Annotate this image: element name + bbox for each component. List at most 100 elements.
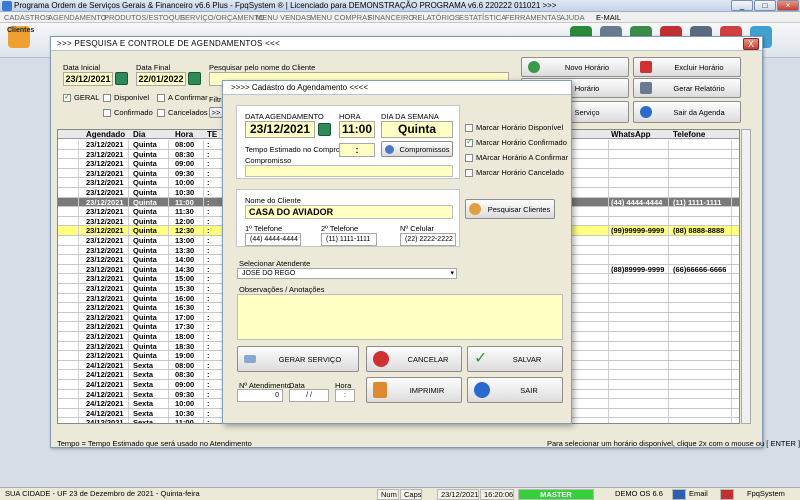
disponivel-checkbox[interactable] bbox=[103, 94, 111, 102]
col-dia[interactable]: Dia bbox=[133, 130, 145, 139]
menu-agendamento[interactable]: AGENDAMENTO bbox=[48, 13, 107, 22]
novo-horario-button[interactable]: Novo Horário bbox=[521, 57, 629, 77]
grid-scrollbar[interactable] bbox=[741, 129, 751, 424]
grid-line bbox=[78, 188, 79, 197]
filtrar-button[interactable]: >> bbox=[209, 107, 223, 118]
geral-checkbox[interactable] bbox=[63, 92, 71, 102]
menu-compras[interactable]: MENU COMPRAS bbox=[310, 13, 372, 22]
confirmado-checkbox[interactable] bbox=[103, 109, 111, 117]
printer-icon bbox=[373, 382, 387, 398]
status-email[interactable]: Email bbox=[686, 489, 712, 500]
cell-dia: Quinta bbox=[133, 303, 157, 313]
grid-line bbox=[608, 168, 609, 178]
grid-line bbox=[128, 360, 129, 370]
hora-input[interactable]: 11:00 bbox=[339, 121, 375, 138]
cell-d: 23/12/2021 bbox=[86, 351, 124, 361]
grid-line bbox=[608, 370, 609, 379]
menu-estatistica[interactable]: ESTATÍSTICA bbox=[459, 13, 506, 22]
grid-line bbox=[168, 197, 169, 207]
menu-relatorios[interactable]: RELATÓRIOS bbox=[412, 13, 460, 22]
grid-line bbox=[668, 188, 669, 197]
menu-email[interactable]: E-MAIL bbox=[596, 13, 621, 22]
natendimento-input[interactable]: 0 bbox=[237, 389, 283, 402]
tempo-input[interactable]: : bbox=[339, 143, 375, 157]
grid-line bbox=[668, 351, 669, 360]
grid-line bbox=[128, 293, 129, 303]
aconfirmar-checkbox[interactable] bbox=[157, 94, 165, 102]
menu-cadastros[interactable]: CADASTROS bbox=[4, 13, 51, 22]
grid-line bbox=[168, 399, 169, 408]
grid-line bbox=[203, 418, 204, 423]
col-agendado[interactable]: Agendado bbox=[86, 130, 125, 139]
grid-line bbox=[128, 255, 129, 264]
cell-te: : bbox=[207, 226, 210, 236]
minimize-button[interactable]: _ bbox=[731, 0, 753, 11]
cancelado-checkbox[interactable] bbox=[465, 169, 473, 177]
nome-cliente-input[interactable]: CASA DO AVIADOR bbox=[245, 205, 453, 219]
grid-line bbox=[203, 274, 204, 283]
aconfirmar-checkbox[interactable] bbox=[465, 154, 473, 162]
cell-dia: Quinta bbox=[133, 159, 157, 169]
grid-line bbox=[78, 149, 79, 159]
col-te[interactable]: TE bbox=[207, 130, 217, 139]
cell-te: : bbox=[207, 216, 210, 226]
atendente-select[interactable]: JOSÉ DO REGO ▾ bbox=[237, 268, 457, 279]
cell-h: 14:00 bbox=[175, 255, 195, 265]
compromissos-button[interactable]: Compromissos bbox=[381, 141, 453, 157]
chevron-down-icon[interactable]: ▾ bbox=[450, 269, 454, 278]
cancelados-checkbox[interactable] bbox=[157, 109, 165, 117]
grid-line bbox=[78, 178, 79, 187]
salvar-button[interactable]: ✓ SALVAR bbox=[467, 346, 563, 372]
data-final-input[interactable]: 22/01/2022 bbox=[136, 72, 186, 86]
cell-dia: Quinta bbox=[133, 341, 157, 351]
menu-ajuda[interactable]: AJUDA bbox=[560, 13, 585, 22]
disponivel-checkbox[interactable] bbox=[465, 124, 473, 132]
cell-d: 23/12/2021 bbox=[86, 140, 124, 149]
grid-line bbox=[78, 303, 79, 312]
imprimir-button[interactable]: IMPRIMIR bbox=[366, 377, 462, 403]
confirmado-checkbox[interactable] bbox=[465, 137, 473, 147]
observacoes-textarea[interactable] bbox=[237, 294, 563, 340]
tel1-input[interactable]: (44) 4444-4444 bbox=[245, 233, 301, 246]
menu-vendas[interactable]: MENU VENDAS bbox=[256, 13, 311, 22]
gerar-relatorio-button[interactable]: Gerar Relatório bbox=[633, 78, 741, 98]
excluir-horario-button[interactable]: Excluir Horário bbox=[633, 57, 741, 77]
calendar-icon[interactable] bbox=[188, 72, 201, 85]
clientes-label[interactable]: Clientes bbox=[7, 27, 34, 34]
agenda-close-button[interactable]: X bbox=[743, 38, 759, 50]
col-hora[interactable]: Hora bbox=[175, 130, 193, 139]
menu-ferramentas[interactable]: FERRAMENTAS bbox=[505, 13, 561, 22]
pesquisar-clientes-button[interactable]: Pesquisar Clientes bbox=[465, 199, 555, 219]
col-telefone[interactable]: Telefone bbox=[673, 130, 705, 139]
cell-dia: Quinta bbox=[133, 197, 157, 207]
data-agendamento-input[interactable]: 23/12/2021 bbox=[245, 121, 315, 138]
compromisso-input[interactable] bbox=[245, 165, 453, 177]
close-window-button[interactable]: × bbox=[777, 0, 799, 11]
grid-line bbox=[128, 245, 129, 255]
sair-agenda-button[interactable]: Sair da Agenda bbox=[633, 101, 741, 123]
calendar-icon[interactable] bbox=[318, 123, 331, 136]
grid-line bbox=[668, 274, 669, 283]
cancelar-button[interactable]: CANCELAR bbox=[366, 346, 462, 372]
menu-servico[interactable]: SERVIÇO/ORÇAMENTO bbox=[180, 13, 264, 22]
hora2-input[interactable]: : bbox=[335, 389, 355, 402]
tel2-input[interactable]: (11) 1111-1111 bbox=[321, 233, 377, 246]
grid-line bbox=[78, 284, 79, 293]
maximize-button[interactable]: □ bbox=[754, 0, 776, 11]
sair-button[interactable]: SAIR bbox=[467, 377, 563, 403]
cell-te: : bbox=[207, 274, 210, 284]
cell-te: : bbox=[207, 178, 210, 188]
calendar-icon[interactable] bbox=[115, 72, 128, 85]
celular-input[interactable]: (22) 2222-2222 bbox=[400, 233, 456, 246]
grid-line bbox=[731, 264, 732, 274]
tel1-label: 1º Telefone bbox=[245, 224, 283, 233]
gerar-servico-button[interactable]: GERAR SERVIÇO bbox=[237, 346, 359, 372]
col-whatsapp[interactable]: WhatsApp bbox=[611, 130, 651, 139]
menu-produtos[interactable]: PRODUTOS/ESTOQUE bbox=[104, 13, 185, 22]
data-input[interactable]: / / bbox=[289, 389, 329, 402]
dia-semana-value: Quinta bbox=[381, 121, 453, 138]
dialog-header: >>>> Cadastro do Agendamento <<<< bbox=[223, 81, 571, 95]
grid-line bbox=[203, 332, 204, 341]
menu-financeiro[interactable]: FINANCEIRO bbox=[368, 13, 414, 22]
data-inicial-input[interactable]: 23/12/2021 bbox=[63, 72, 113, 86]
